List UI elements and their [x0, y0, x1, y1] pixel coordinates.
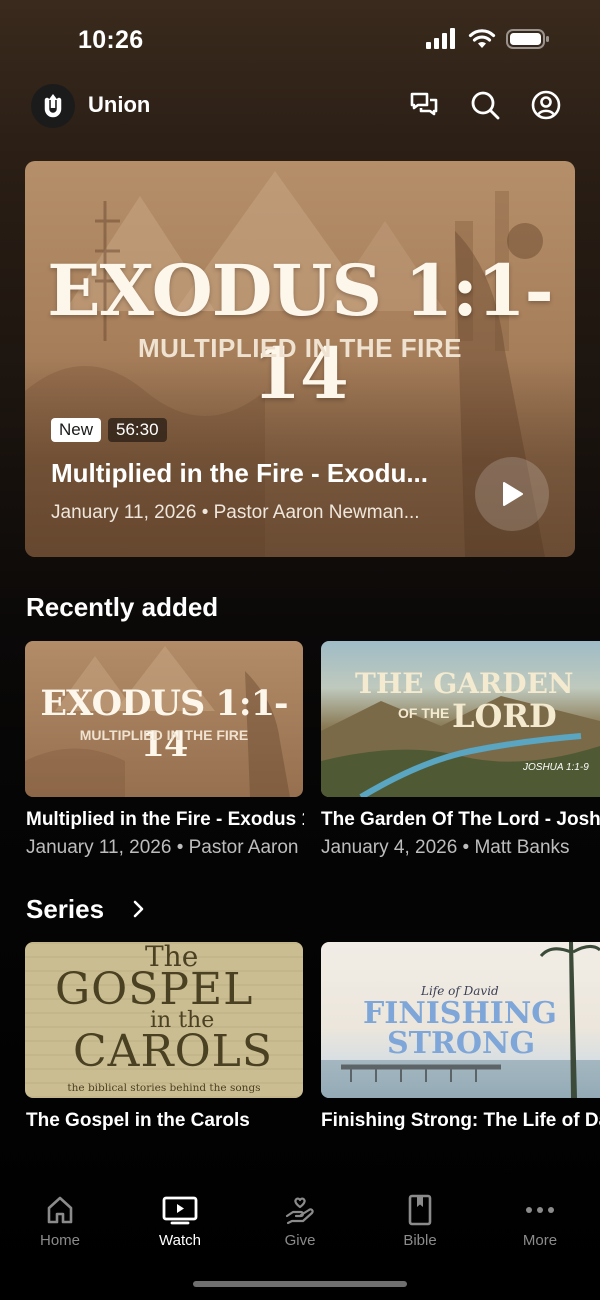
chat-button[interactable] [408, 89, 440, 121]
tab-bible-label: Bible [403, 1232, 437, 1249]
series-title-finishing[interactable]: Finishing Strong: The Life of David [321, 1110, 600, 1132]
union-logo-icon [44, 94, 62, 118]
status-icons [426, 28, 550, 50]
play-icon [503, 482, 523, 506]
finishing-thumb-line2: STRONG [387, 1026, 536, 1061]
duration-badge: 56:30 [108, 418, 167, 442]
tab-home-label: Home [39, 1232, 80, 1249]
exodus-thumb-subtitle: MULTIPLIED IN THE FIRE [79, 727, 249, 743]
hero-title: Multiplied in the Fire - Exodu... [51, 458, 428, 488]
tab-more[interactable]: More [490, 1192, 590, 1249]
new-badge: New [51, 418, 102, 442]
wifi-icon [468, 29, 496, 48]
hero-meta: January 11, 2026 • Pastor Aaron Newman..… [51, 502, 420, 523]
tv-icon [162, 1196, 198, 1225]
tab-bible[interactable]: Bible [370, 1192, 470, 1249]
recent-thumb-garden[interactable]: THE GARDEN OF THE LORD JOSHUA 1:1-9 [321, 641, 600, 797]
recent-title-exodus[interactable]: Multiplied in the Fire - Exodus 1:1-14 [26, 809, 304, 831]
hero-art-title: EXODUS 1:1-14 [47, 249, 553, 415]
exodus-thumb-title: EXODUS 1:1-14 [40, 683, 288, 765]
garden-thumb-title-line1: THE GARDEN [355, 667, 574, 700]
tab-give[interactable]: Give [250, 1192, 350, 1249]
search-icon [471, 91, 500, 120]
series-thumb-finishing[interactable]: Life of David FINISHING STRONG [321, 942, 600, 1098]
more-icon [526, 1207, 554, 1213]
series-title-gospel[interactable]: The Gospel in the Carols [26, 1110, 304, 1132]
recent-meta-exodus: January 11, 2026 • Pastor Aaron Newman [26, 837, 304, 858]
bible-icon [408, 1194, 432, 1226]
profile-button[interactable] [530, 89, 562, 121]
garden-thumb-title-of: OF THE [398, 705, 450, 721]
featured-sermon-card[interactable]: EXODUS 1:1-14 MULTIPLIED IN THE FIRE New… [25, 161, 575, 557]
search-button[interactable] [469, 89, 501, 121]
garden-thumb-ref: JOSHUA 1:1-9 [523, 762, 589, 773]
series-chevron[interactable] [131, 898, 147, 925]
play-button[interactable] [475, 457, 549, 531]
recent-thumb-exodus[interactable]: EXODUS 1:1-14 MULTIPLIED IN THE FIRE [25, 641, 303, 797]
recent-title-garden[interactable]: The Garden Of The Lord - Joshua 1:1-9 [321, 809, 600, 831]
union-logo[interactable] [31, 84, 75, 128]
recent-meta-garden: January 4, 2026 • Matt Banks [321, 837, 570, 858]
profile-icon [531, 90, 561, 120]
tab-home[interactable]: Home [10, 1192, 110, 1249]
signal-icon [426, 28, 455, 49]
tab-watch[interactable]: Watch [130, 1192, 230, 1249]
tab-watch-label: Watch [159, 1232, 201, 1249]
battery-icon [506, 29, 549, 49]
garden-thumb-title-line2: LORD [452, 697, 557, 735]
give-icon [285, 1197, 314, 1225]
chat-icon [410, 92, 438, 116]
tab-give-label: Give [284, 1232, 316, 1249]
status-time: 10:26 [78, 26, 144, 54]
hero-art-subtitle: MULTIPLIED IN THE FIRE [138, 333, 462, 363]
app-name: Union [88, 92, 151, 117]
series-heading[interactable]: Series [26, 894, 104, 925]
home-icon [47, 1196, 73, 1224]
chevron-right-icon [133, 900, 144, 918]
home-indicator[interactable] [193, 1281, 407, 1287]
gospel-thumb-line4: CAROLS [73, 1026, 274, 1077]
recently-added-heading: Recently added [26, 592, 219, 622]
tab-more-label: More [522, 1232, 558, 1249]
gospel-thumb-tagline: the biblical stories behind the songs [67, 1082, 261, 1094]
series-thumb-gospel[interactable]: The GOSPEL in the CAROLS the biblical st… [25, 942, 303, 1098]
